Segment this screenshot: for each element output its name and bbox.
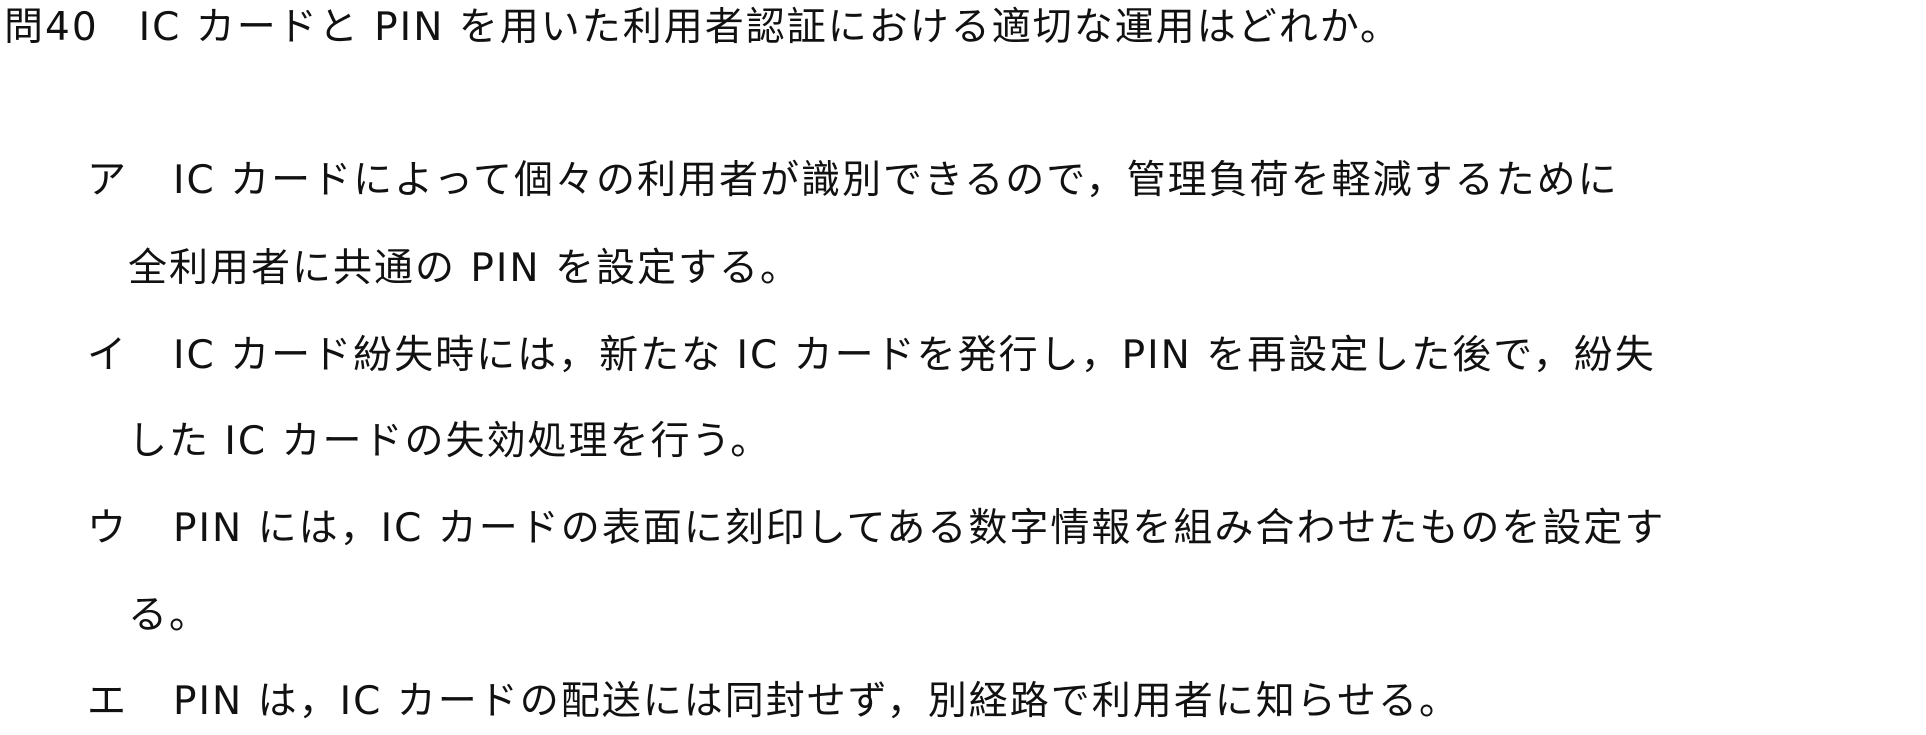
option-a-text-1: IC カードによって個々の利用者が識別できるので，管理負荷を軽減するために [173,158,1619,203]
option-b-line-2: した IC カードの失効処理を行う。 [128,419,772,464]
option-b-line-1: イ IC カード紛失時には，新たな IC カードを発行し，PIN を再設定した後で… [87,330,1656,382]
option-a-line-1: ア IC カードによって個々の利用者が識別できるので，管理負荷を軽減するために [87,155,1619,207]
option-a-mark: ア [87,158,129,203]
question-line: 問40 IC カードと PIN を用いた利用者認証における適切な運用はどれか。 [4,2,1401,54]
question-number: 問40 [4,5,99,50]
option-d-line-1: エ PIN は，IC カードの配送には同封せず，別経路で利用者に知らせる。 [87,676,1460,728]
exam-page: 問40 IC カードと PIN を用いた利用者認証における適切な運用はどれか。 ア… [0,0,1926,735]
option-d-mark: エ [87,679,129,724]
option-a-line-2: 全利用者に共通の PIN を設定する。 [128,246,801,291]
option-d-text-1: PIN は，IC カードの配送には同封せず，別経路で利用者に知らせる。 [173,679,1460,724]
option-c-line-2: る。 [128,593,211,638]
option-c-mark: ウ [87,506,129,551]
option-c-text-1: PIN には，IC カードの表面に刻印してある数字情報を組み合わせたものを設定す [173,506,1666,551]
option-c-line-1: ウ PIN には，IC カードの表面に刻印してある数字情報を組み合わせたものを設定… [87,503,1665,555]
option-b-text-1: IC カード紛失時には，新たな IC カードを発行し，PIN を再設定した後で，… [173,333,1656,378]
option-b-mark: イ [87,333,129,378]
question-text: IC カードと PIN を用いた利用者認証における適切な運用はどれか。 [138,5,1401,50]
